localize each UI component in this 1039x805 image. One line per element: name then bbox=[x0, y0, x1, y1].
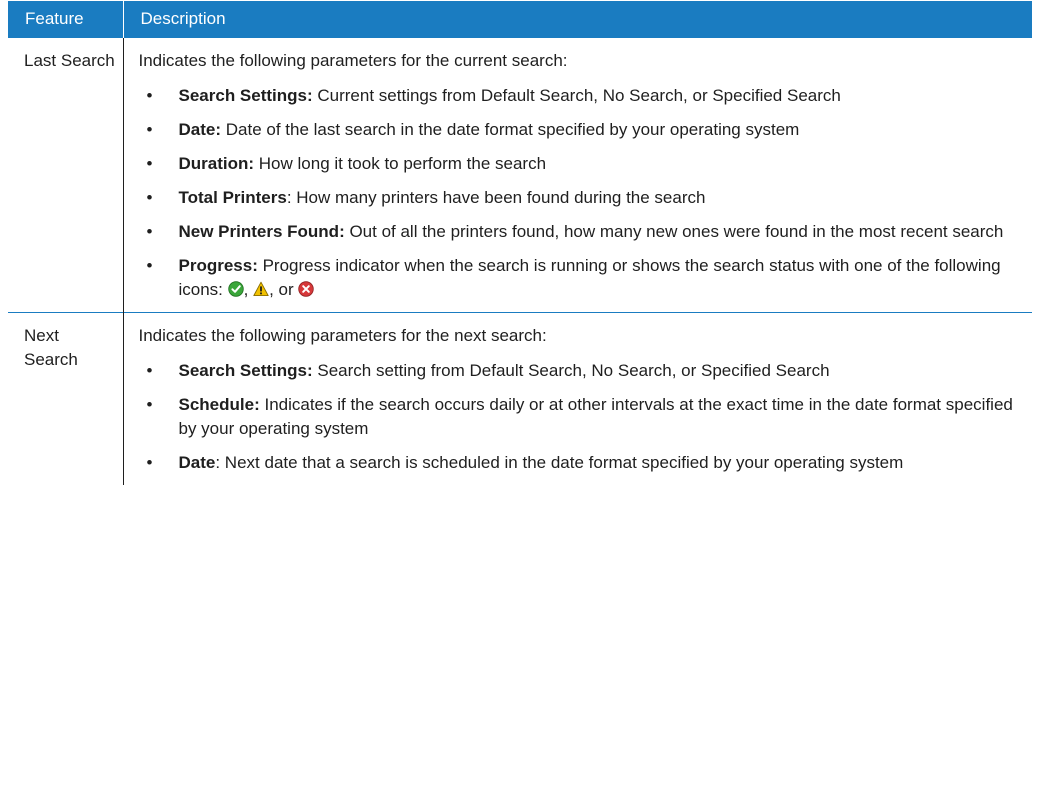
parameter-term: Date bbox=[178, 453, 216, 472]
success-icon bbox=[227, 281, 244, 297]
description-cell-last-search: Indicates the following parameters for t… bbox=[123, 37, 1032, 313]
parameter-text: Indicates if the search occurs daily or … bbox=[178, 395, 1013, 438]
icon-separator: , bbox=[243, 280, 254, 299]
parameter-text: Date of the last search in the date form… bbox=[221, 120, 800, 139]
list-item: Date: Next date that a search is schedul… bbox=[139, 451, 1023, 475]
table-row-next-search: Next Search Indicates the following para… bbox=[8, 312, 1032, 485]
list-item: New Printers Found: Out of all the print… bbox=[139, 220, 1023, 244]
parameter-list: Search Settings: Search setting from Def… bbox=[139, 359, 1023, 475]
description-cell-next-search: Indicates the following parameters for t… bbox=[123, 312, 1032, 485]
list-item: Date: Date of the last search in the dat… bbox=[139, 118, 1023, 142]
parameter-text: Current settings from Default Search, No… bbox=[312, 86, 841, 105]
parameter-term: Progress: bbox=[178, 256, 258, 275]
description-intro: Indicates the following parameters for t… bbox=[138, 51, 568, 70]
parameter-term: Search Settings: bbox=[178, 86, 313, 105]
warning-icon bbox=[253, 281, 269, 297]
list-item: Total Printers: How many printers have b… bbox=[139, 186, 1023, 210]
list-item: Search Settings: Search setting from Def… bbox=[139, 359, 1023, 383]
parameter-term: Total Printers bbox=[178, 188, 287, 207]
parameter-text: Out of all the printers found, how many … bbox=[344, 222, 1004, 241]
parameter-term: Date: bbox=[178, 120, 222, 139]
column-header-description: Description bbox=[123, 1, 1032, 38]
parameter-text: : How many printers have been found duri… bbox=[286, 188, 706, 207]
table-header-row: Feature Description bbox=[8, 1, 1032, 38]
table-row-last-search: Last Search Indicates the following para… bbox=[8, 37, 1032, 313]
parameter-text: : Next date that a search is scheduled i… bbox=[215, 453, 904, 472]
list-item: Search Settings: Current settings from D… bbox=[139, 84, 1023, 108]
parameter-term: Schedule: bbox=[178, 395, 260, 414]
parameter-list: Search Settings: Current settings from D… bbox=[139, 84, 1023, 302]
feature-cell-next-search: Next Search bbox=[8, 312, 124, 485]
list-item: Schedule: Indicates if the search occurs… bbox=[139, 393, 1023, 441]
list-item: Duration: How long it took to perform th… bbox=[139, 152, 1023, 176]
parameter-text: Search setting from Default Search, No S… bbox=[312, 361, 830, 380]
column-header-feature: Feature bbox=[8, 1, 124, 38]
feature-cell-last-search: Last Search bbox=[8, 37, 124, 313]
list-item: Progress: Progress indicator when the se… bbox=[139, 254, 1023, 302]
parameter-term: Duration: bbox=[178, 154, 255, 173]
error-icon bbox=[298, 281, 315, 297]
parameter-text: How long it took to perform the search bbox=[254, 154, 547, 173]
feature-description-table: Feature Description Last Search Indicate… bbox=[8, 1, 1032, 485]
icon-separator: , or bbox=[269, 280, 299, 299]
description-intro: Indicates the following parameters for t… bbox=[138, 326, 547, 345]
parameter-term: New Printers Found: bbox=[178, 222, 345, 241]
parameter-term: Search Settings: bbox=[178, 361, 313, 380]
